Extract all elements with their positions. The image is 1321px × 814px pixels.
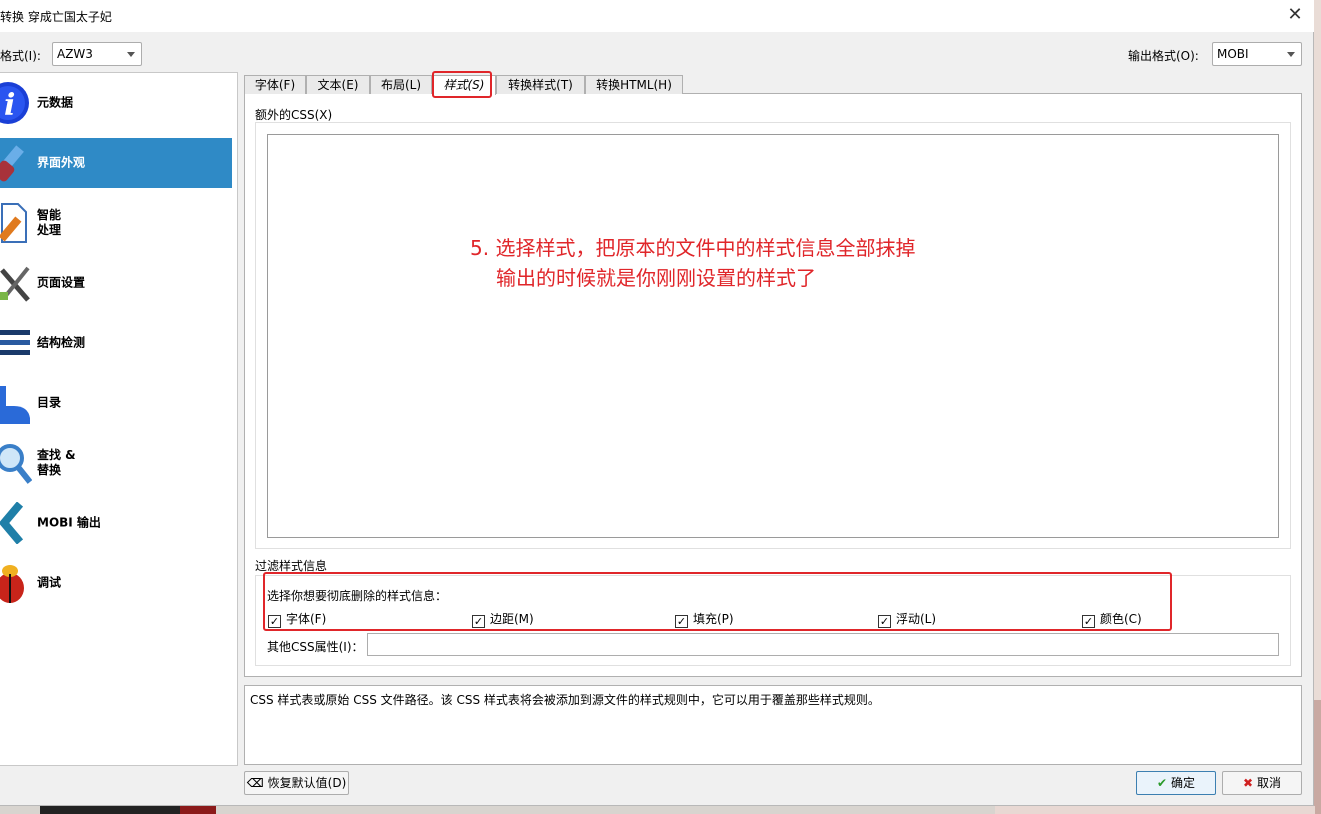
convert-dialog: 转换 穿成亡国太子妃 ✕ 格式(I): AZW3 输出格式(O): MOBI i…: [0, 0, 1314, 806]
sidebar-item-mobi-output[interactable]: MOBI 输出: [0, 498, 232, 548]
ok-button[interactable]: ✔ 确定: [1136, 771, 1216, 795]
tab-text[interactable]: 文本(E): [306, 75, 370, 94]
input-format-label: 格式(I):: [0, 49, 41, 63]
other-css-label: 其他CSS属性(I)：: [267, 640, 364, 654]
tab-transform-styles[interactable]: 转换样式(T): [496, 75, 585, 94]
highlight-tab-box: [432, 71, 492, 98]
help-text: CSS 样式表或原始 CSS 文件路径。该 CSS 样式表将会被添加到源文件的样…: [250, 693, 880, 707]
other-css-input[interactable]: [367, 633, 1279, 656]
sidebar-item-look-and-feel[interactable]: 界面外观: [0, 138, 232, 188]
restore-defaults-button[interactable]: ⌫ 恢复默认值(D): [244, 771, 349, 795]
input-format-value: AZW3: [57, 47, 93, 61]
restore-defaults-label: 恢复默认值(D): [267, 776, 347, 790]
background-right-edge: [1314, 0, 1321, 814]
paintbrush-icon: [0, 142, 32, 184]
magnifier-icon: [0, 442, 32, 484]
chevron-left-icon: [0, 502, 32, 544]
highlight-filter-box: [263, 572, 1172, 631]
sidebar-item-label: 界面外观: [37, 155, 86, 170]
lines-icon: [0, 322, 32, 364]
ok-label: 确定: [1171, 776, 1196, 790]
sidebar-item-heuristics[interactable]: 智能 处理: [0, 198, 232, 248]
sidebar-item-toc[interactable]: 目录: [0, 378, 232, 428]
sidebar-item-label: 智能 处理: [37, 208, 62, 237]
toc-icon: [0, 382, 32, 424]
sidebar-item-label: MOBI 输出: [37, 515, 101, 530]
tab-label: 字体(F): [254, 78, 296, 92]
tab-label: 文本(E): [317, 78, 359, 92]
document-pen-icon: [0, 202, 32, 244]
sidebar-item-metadata[interactable]: i 元数据: [0, 78, 232, 128]
sidebar-item-label: 元数据: [37, 95, 74, 110]
title-bar: 转换 穿成亡国太子妃 ✕: [0, 0, 1314, 32]
tools-icon: [0, 262, 32, 304]
tab-label: 转换样式(T): [508, 78, 573, 92]
sidebar-item-page-setup[interactable]: 页面设置: [0, 258, 232, 308]
sidebar-item-debug[interactable]: 调试: [0, 558, 232, 608]
chevron-down-icon: [1287, 52, 1295, 57]
annotation-note: 5. 选择样式，把原本的文件中的样式信息全部抹掉 输出的时候就是你刚刚设置的样式…: [470, 233, 915, 293]
sidebar-item-search-replace[interactable]: 查找 & 替换: [0, 438, 232, 488]
tab-layout[interactable]: 布局(L): [370, 75, 432, 94]
annotation-line-1: 5. 选择样式，把原本的文件中的样式信息全部抹掉: [470, 236, 916, 260]
svg-text:i: i: [4, 88, 15, 123]
window-title: 转换 穿成亡国太子妃: [0, 10, 112, 24]
sidebar-item-label: 查找 & 替换: [37, 448, 76, 477]
sidebar-item-label: 页面设置: [37, 275, 86, 290]
sidebar-item-label: 调试: [37, 575, 62, 590]
output-format-value: MOBI: [1217, 47, 1249, 61]
sidebar-item-label: 结构检测: [37, 335, 86, 350]
annotation-line-2: 输出的时候就是你刚刚设置的样式了: [496, 266, 816, 290]
background-right-strip: [1314, 700, 1321, 814]
chevron-down-icon: [127, 52, 135, 57]
tab-font[interactable]: 字体(F): [244, 75, 306, 94]
close-icon[interactable]: ✕: [1284, 4, 1306, 26]
output-format-label: 输出格式(O):: [1128, 49, 1199, 63]
checkmark-icon: ✔: [1156, 776, 1168, 790]
cross-icon: ✖: [1242, 776, 1254, 790]
sidebar-item-label: 目录: [37, 395, 62, 410]
output-format-select[interactable]: MOBI: [1212, 42, 1302, 66]
cancel-button[interactable]: ✖ 取消: [1222, 771, 1302, 795]
background-bottom-left-accent: [180, 806, 216, 814]
help-text-box: CSS 样式表或原始 CSS 文件路径。该 CSS 样式表将会被添加到源文件的样…: [244, 685, 1302, 765]
extra-css-editor[interactable]: [267, 134, 1279, 538]
info-icon: i: [0, 82, 32, 124]
tab-label: 布局(L): [380, 78, 422, 92]
input-format-select[interactable]: AZW3: [52, 42, 142, 66]
sidebar-item-structure-detection[interactable]: 结构检测: [0, 318, 232, 368]
tab-transform-html[interactable]: 转换HTML(H): [585, 75, 683, 94]
bug-icon: [0, 562, 32, 604]
background-bottom-right: [995, 806, 1315, 814]
clear-icon: ⌫: [246, 776, 264, 790]
extra-css-label: 额外的CSS(X): [255, 108, 333, 122]
tab-label: 转换HTML(H): [596, 78, 672, 92]
cancel-label: 取消: [1257, 776, 1282, 790]
